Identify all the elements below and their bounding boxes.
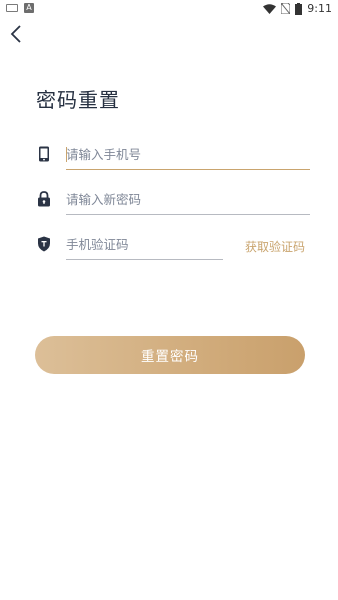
wifi-icon (263, 3, 277, 14)
keyboard-icon (6, 4, 18, 12)
new-password-field (36, 185, 310, 215)
battery-icon (295, 2, 303, 15)
phone-input-wrapper (66, 140, 310, 170)
phone-field (36, 140, 310, 170)
app-indicator-icon: A (24, 3, 34, 13)
status-bar-left: A (6, 3, 34, 13)
new-password-input-wrapper (66, 185, 310, 215)
chevron-left-icon (10, 25, 21, 43)
back-button[interactable] (6, 24, 26, 44)
text-caret (66, 147, 67, 162)
no-sim-icon (281, 3, 291, 14)
verify-code-input[interactable] (66, 230, 223, 258)
phone-input[interactable] (66, 140, 310, 168)
new-password-input[interactable] (66, 185, 310, 213)
verify-code-input-wrapper (66, 230, 223, 260)
status-time: 9:11 (307, 2, 332, 15)
status-bar: A 9:11 (0, 0, 338, 18)
page-title: 密码重置 (36, 88, 120, 112)
lock-icon (36, 191, 52, 207)
phone-icon (36, 146, 52, 162)
shield-icon (36, 236, 52, 252)
get-verify-code-button[interactable]: 获取验证码 (245, 238, 305, 255)
verify-code-field (36, 230, 236, 260)
reset-password-button[interactable]: 重置密码 (35, 336, 305, 374)
status-bar-right: 9:11 (263, 2, 332, 15)
